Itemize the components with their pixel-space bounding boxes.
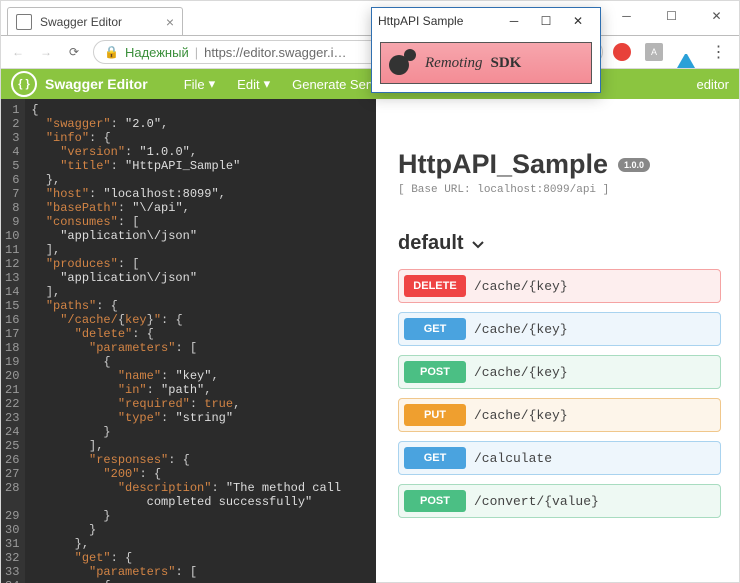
menu-edit[interactable]: Edit ▾ (237, 76, 270, 92)
extension-icons: A ⋮ (613, 43, 731, 61)
browser-toolbar: ← → ⟳ 🔒 Надежный | https://editor.swagge… (1, 35, 739, 69)
tab-close-icon[interactable]: × (166, 14, 174, 30)
browser-window-controls: ─ ☐ ✕ (604, 1, 739, 31)
swagger-brand[interactable]: { } Swagger Editor (11, 71, 148, 97)
operation-path: /cache/{key} (474, 408, 568, 423)
api-version-badge: 1.0.0 (618, 158, 650, 172)
editor-source[interactable]: { "swagger": "2.0", "info": { "version":… (25, 99, 347, 583)
menu-file[interactable]: File ▾ (184, 76, 215, 92)
tab-favicon (16, 14, 32, 30)
sample-window: HttpAPI Sample ─ ☐ ✕ Remoting SDK (371, 7, 601, 93)
remoting-sdk-banner: Remoting SDK (380, 42, 592, 84)
operation-row[interactable]: PUT/cache/{key} (398, 398, 721, 432)
http-method-badge: GET (404, 318, 466, 340)
section-label: default (398, 232, 464, 255)
http-method-badge: DELETE (404, 275, 466, 297)
operation-path: /convert/{value} (474, 494, 599, 509)
operation-path: /cache/{key} (474, 279, 568, 294)
docs-panel: HttpAPI_Sample 1.0.0 [ Base URL: localho… (376, 99, 739, 583)
gears-icon (389, 49, 417, 77)
tab-title: Swagger Editor (40, 15, 158, 29)
swagger-logo-icon: { } (11, 71, 37, 97)
sample-titlebar[interactable]: HttpAPI Sample ─ ☐ ✕ (372, 8, 600, 34)
operation-row[interactable]: GET/calculate (398, 441, 721, 475)
secure-label: Надежный (125, 45, 189, 60)
url-text: https://editor.swagger.i… (204, 45, 346, 60)
browser-close-button[interactable]: ✕ (694, 1, 739, 31)
http-method-badge: POST (404, 361, 466, 383)
browser-tab[interactable]: Swagger Editor × (7, 7, 183, 35)
triangle-extension-icon[interactable] (677, 43, 695, 61)
operation-row[interactable]: POST/cache/{key} (398, 355, 721, 389)
browser-menu-button[interactable]: ⋮ (709, 43, 727, 61)
swagger-toolbar: { } Swagger Editor File ▾ Edit ▾ Generat… (1, 69, 739, 99)
api-title: HttpAPI_Sample (398, 149, 608, 180)
swagger-brand-label: Swagger Editor (45, 76, 148, 92)
code-editor[interactable]: 1234567891011121314151617181920212223242… (1, 99, 376, 583)
api-base-url: [ Base URL: localhost:8099/api ] (398, 184, 721, 196)
operation-path: /calculate (474, 451, 552, 466)
sdk-label-2: SDK (491, 55, 522, 72)
sample-maximize-button[interactable]: ☐ (530, 14, 562, 28)
chevron-down-icon: ▾ (264, 76, 271, 92)
toolbar-right-link[interactable]: editor (696, 77, 729, 92)
editor-gutter: 1234567891011121314151617181920212223242… (1, 99, 25, 583)
chevron-down-icon (470, 236, 486, 252)
sample-window-title: HttpAPI Sample (378, 14, 498, 28)
section-toggle[interactable]: default (398, 232, 721, 255)
reload-button[interactable]: ⟳ (65, 43, 83, 61)
back-button[interactable]: ← (9, 43, 27, 61)
operation-row[interactable]: POST/convert/{value} (398, 484, 721, 518)
lock-icon: 🔒 (104, 45, 119, 59)
http-method-badge: PUT (404, 404, 466, 426)
opera-extension-icon[interactable] (613, 43, 631, 61)
browser-maximize-button[interactable]: ☐ (649, 1, 694, 31)
sample-minimize-button[interactable]: ─ (498, 14, 530, 28)
operation-row[interactable]: DELETE/cache/{key} (398, 269, 721, 303)
forward-button[interactable]: → (37, 43, 55, 61)
operation-row[interactable]: GET/cache/{key} (398, 312, 721, 346)
browser-minimize-button[interactable]: ─ (604, 1, 649, 31)
operation-path: /cache/{key} (474, 365, 568, 380)
sample-close-button[interactable]: ✕ (562, 14, 594, 28)
chevron-down-icon: ▾ (209, 76, 216, 92)
http-method-badge: GET (404, 447, 466, 469)
http-method-badge: POST (404, 490, 466, 512)
sdk-label-1: Remoting (425, 55, 483, 72)
pdf-extension-icon[interactable]: A (645, 43, 663, 61)
operation-path: /cache/{key} (474, 322, 568, 337)
